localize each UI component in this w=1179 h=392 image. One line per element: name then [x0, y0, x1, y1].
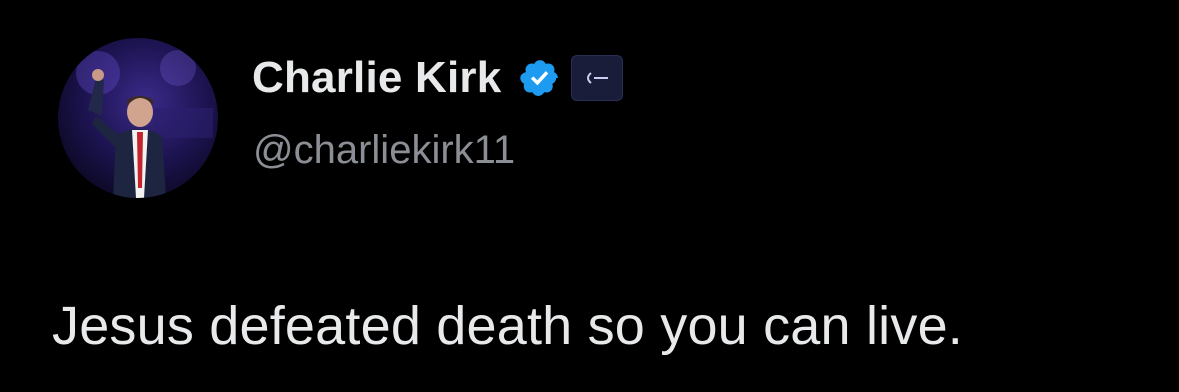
tweet-text: Jesus defeated death so you can live. [52, 296, 964, 356]
author-name-row: Charlie Kirk [252, 50, 624, 106]
verified-badge-icon[interactable] [519, 57, 561, 99]
author-handle[interactable]: @charliekirk11 [253, 128, 515, 173]
avatar-photo-icon [76, 50, 213, 198]
tweet-card[interactable]: Charlie Kirk @charliekirk11 Jesus defeat… [0, 0, 1179, 392]
affiliate-badge-icon[interactable] [571, 55, 624, 101]
author-display-name[interactable]: Charlie Kirk [252, 53, 501, 103]
avatar[interactable] [58, 38, 218, 198]
